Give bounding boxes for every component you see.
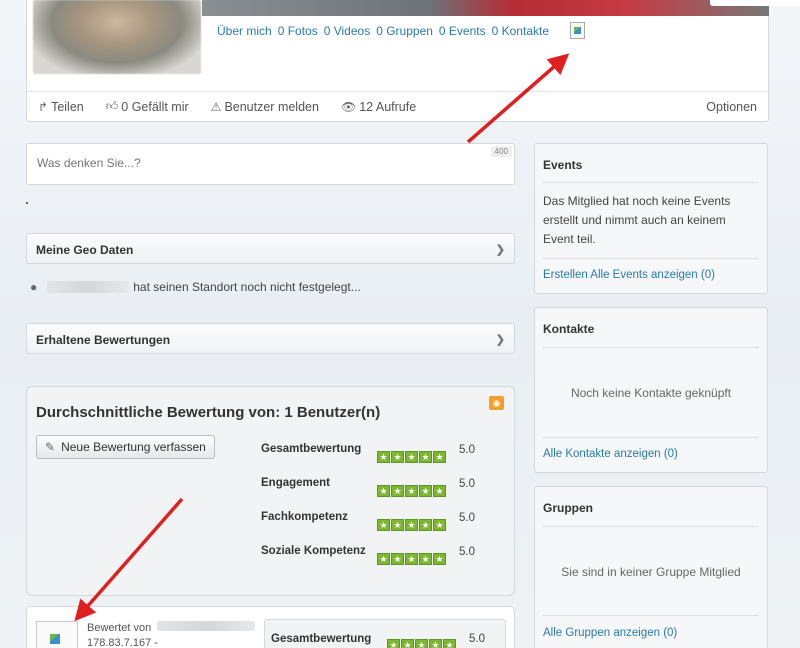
events-title: Events [543, 158, 583, 172]
reviewer-ip: 178.83.7.167 - [87, 637, 158, 648]
broken-image-icon[interactable] [36, 621, 78, 648]
eye-icon: 👁︎ [340, 99, 357, 114]
share-icon: ↱ [38, 99, 49, 114]
rating-title: Durchschnittliche Bewertung von: 1 Benut… [36, 404, 381, 421]
review-meta: Bewertet von 178.83.7.167 - [87, 621, 259, 648]
profile-action-bar: ↱ Teilen 👍︎ 0 Gefällt mir ⚠ Benutzer mel… [27, 91, 768, 121]
share-button[interactable]: ↱ Teilen [38, 100, 84, 114]
average-rating-panel: Durchschnittliche Bewertung von: 1 Benut… [26, 386, 515, 596]
groups-title: Gruppen [543, 501, 593, 515]
star-rating: ★ ★ ★ ★ ★ [377, 485, 446, 497]
rating-row: Gesamtbewertung ★ ★ ★ ★ ★ 5.0 [261, 443, 475, 463]
ratings-header[interactable]: Erhaltene Bewertungen ❯ [26, 323, 515, 354]
link-photos[interactable]: 0 Fotos [278, 24, 318, 38]
views-counter: 👁︎ 12 Aufrufe [340, 99, 417, 114]
status-box: 400 [26, 143, 515, 185]
star-rating: ★ ★ ★ ★ ★ [387, 639, 456, 648]
rating-rows: Gesamtbewertung ★ ★ ★ ★ ★ 5.0 Engagement ★ ★ ★… [261, 443, 501, 579]
like-button[interactable]: 👍︎ 0 Gefällt mir [106, 99, 189, 114]
rating-row: Soziale Kompetenz ★ ★ ★ ★ ★ 5.0 [261, 545, 475, 565]
chevron-down-icon: ❯ [495, 334, 505, 346]
link-videos[interactable]: 0 Videos [324, 24, 370, 38]
blurred-username [47, 281, 130, 293]
broken-image-icon[interactable] [570, 22, 585, 39]
new-rating-button[interactable]: ✎ Neue Bewertung verfassen [36, 435, 215, 459]
rating-row: Engagement ★ ★ ★ ★ ★ 5.0 [261, 477, 475, 497]
report-user-button[interactable]: ⚠ Benutzer melden [211, 100, 319, 114]
blurred-username [157, 621, 256, 631]
chevron-down-icon: ❯ [495, 244, 505, 256]
globe-icon: ● [30, 280, 38, 294]
review-card: Bewertet von 178.83.7.167 - Gesamtbewert… [26, 606, 515, 648]
contacts-title: Kontakte [543, 322, 595, 336]
profile-nav: Über mich 0 Fotos 0 Videos 0 Gruppen 0 E… [217, 24, 549, 38]
events-box: Events Das Mitglied hat noch keine Event… [534, 143, 768, 294]
groups-empty: Sie sind in keiner Gruppe Mitglied [561, 565, 741, 579]
cover-image [202, 0, 800, 16]
star-rating: ★ ★ ★ ★ ★ [377, 451, 446, 463]
geo-data-header[interactable]: Meine Geo Daten ❯ [26, 233, 515, 264]
events-text: Das Mitglied hat noch keine Events erste… [543, 194, 731, 246]
review-rating-box: Gesamtbewertung ★ ★ ★ ★ ★ 5.0 [264, 619, 506, 648]
rss-icon[interactable]: ◉ [489, 396, 504, 410]
groups-link[interactable]: Alle Gruppen anzeigen (0) [543, 627, 677, 639]
profile-avatar [33, 0, 201, 74]
profile-card: Über mich 0 Fotos 0 Videos 0 Gruppen 0 E… [26, 0, 800, 122]
link-about[interactable]: Über mich [217, 24, 272, 38]
link-events[interactable]: 0 Events [439, 24, 486, 38]
link-groups[interactable]: 0 Gruppen [376, 24, 433, 38]
rating-row: Fachkompetenz ★ ★ ★ ★ ★ 5.0 [261, 511, 475, 531]
char-counter: 400 [490, 146, 512, 157]
star-rating: ★ ★ ★ ★ ★ [377, 553, 446, 565]
thumbs-up-icon: 👍︎ [105, 99, 119, 113]
warning-icon: ⚠ [210, 99, 222, 114]
link-contacts[interactable]: 0 Kontakte [492, 24, 549, 38]
contacts-empty: Noch keine Kontakte geknüpft [570, 386, 732, 400]
contacts-box: Kontakte Noch keine Kontakte geknüpft Al… [534, 307, 768, 473]
geo-info: ● hat seinen Standort noch nicht festgel… [30, 280, 361, 294]
options-button[interactable]: Optionen [706, 100, 757, 114]
events-link[interactable]: Erstellen Alle Events anzeigen (0) [543, 269, 715, 281]
star-rating: ★ ★ ★ ★ ★ [377, 519, 446, 531]
divider-dot [26, 202, 28, 204]
comment-icon: ✎ [45, 440, 56, 454]
groups-box: Gruppen Sie sind in keiner Gruppe Mitgli… [534, 486, 768, 648]
contacts-link[interactable]: Alle Kontakte anzeigen (0) [543, 448, 678, 460]
status-input[interactable] [27, 144, 467, 182]
